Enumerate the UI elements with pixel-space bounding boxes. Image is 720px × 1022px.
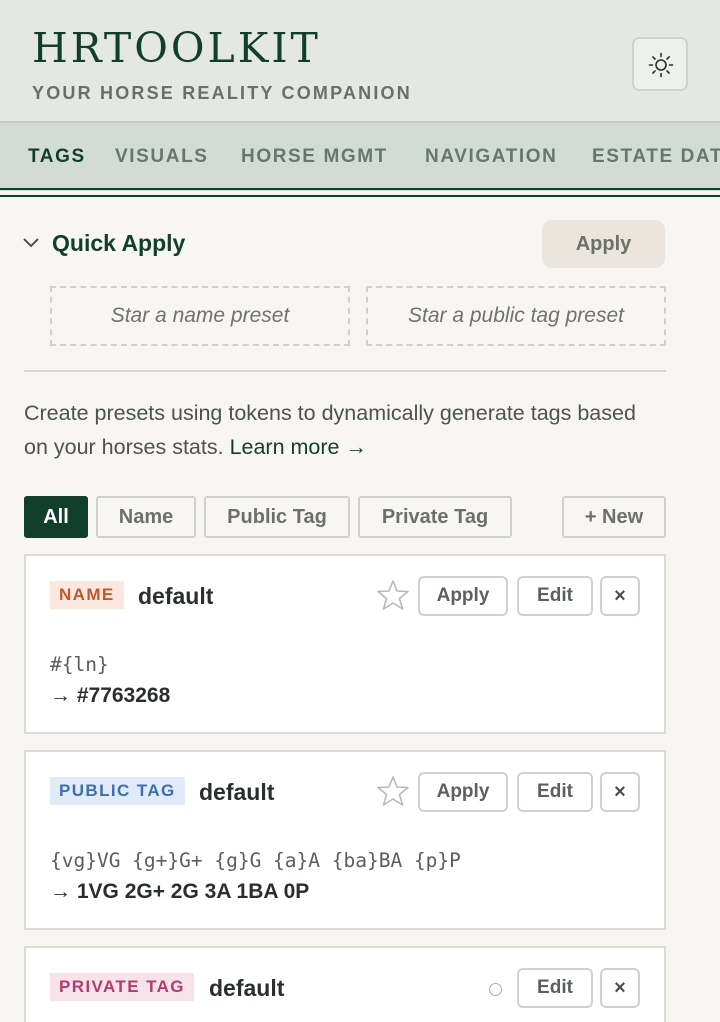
tab-estate-data[interactable]: ESTATE DATA <box>592 146 720 168</box>
tab-bar-top-border <box>0 121 720 123</box>
delete-button[interactable]: × <box>600 772 640 812</box>
edit-button[interactable]: Edit <box>517 968 593 1008</box>
close-icon: × <box>614 977 626 999</box>
star-icon[interactable] <box>376 774 410 808</box>
section-divider <box>24 370 666 372</box>
tab-bar-bottom-border <box>0 188 720 190</box>
brand-title: HRTOOLKIT <box>32 24 321 72</box>
tab-tags[interactable]: TAGS <box>28 146 86 168</box>
preset-type-badge: PUBLIC TAG <box>50 777 185 805</box>
public-tag-preset-slot[interactable]: Star a public tag preset <box>366 286 666 346</box>
filter-public-tag[interactable]: Public Tag <box>204 496 350 538</box>
preset-card-private-tag: PRIVATE TAG default Edit × <box>24 946 666 1022</box>
quick-apply-title[interactable]: Quick Apply <box>52 230 185 257</box>
brand-tagline: YOUR HORSE REALITY COMPANION <box>32 83 412 103</box>
preset-template: #{ln} <box>50 653 109 676</box>
close-icon: × <box>614 781 626 803</box>
preset-title: default <box>209 975 285 1001</box>
apply-button[interactable]: Apply <box>418 576 508 616</box>
learn-more-link[interactable]: Learn more → <box>230 435 367 459</box>
preset-card-public-tag: PUBLIC TAG default Apply Edit × {vg}VG {… <box>24 750 666 930</box>
preset-title: default <box>199 779 275 805</box>
delete-button[interactable]: × <box>600 968 640 1008</box>
tab-visuals[interactable]: VISUALS <box>115 146 209 168</box>
chevron-down-icon[interactable] <box>22 236 40 250</box>
quick-apply-button[interactable]: Apply <box>542 220 665 268</box>
theme-toggle-button[interactable] <box>632 37 688 91</box>
star-icon[interactable] <box>376 578 410 612</box>
presets-description: Create presets using tokens to dynamical… <box>24 396 664 464</box>
preset-template: {vg}VG {g+}G+ {g}G {a}A {ba}BA {p}P <box>50 849 461 872</box>
edit-button[interactable]: Edit <box>517 576 593 616</box>
name-preset-slot[interactable]: Star a name preset <box>50 286 350 346</box>
preset-preview: → 1VG 2G+ 2G 3A 1BA 0P <box>50 880 310 903</box>
new-preset-button[interactable]: + New <box>562 496 666 538</box>
tab-navigation[interactable]: NAVIGATION <box>425 146 557 168</box>
close-icon: × <box>614 585 626 607</box>
filter-name[interactable]: Name <box>96 496 196 538</box>
preset-preview: → #7763268 <box>50 684 171 707</box>
app-header: HRTOOLKIT YOUR HORSE REALITY COMPANION <box>0 0 720 121</box>
filter-private-tag[interactable]: Private Tag <box>358 496 512 538</box>
preset-type-badge: NAME <box>50 581 124 609</box>
filter-all[interactable]: All <box>24 496 88 538</box>
preset-card-name: NAME default Apply Edit × #{ln} → #77632… <box>24 554 666 734</box>
delete-button[interactable]: × <box>600 576 640 616</box>
apply-button[interactable]: Apply <box>418 772 508 812</box>
edit-button[interactable]: Edit <box>517 772 593 812</box>
preset-type-badge: PRIVATE TAG <box>50 973 194 1001</box>
preset-title: default <box>138 583 214 609</box>
tab-bar-double-rule <box>0 195 720 197</box>
main-tab-bar: TAGS VISUALS HORSE MGMT NAVIGATION ESTAT… <box>0 121 720 191</box>
circle-icon <box>489 983 502 996</box>
sun-icon <box>648 52 674 78</box>
tab-horse-mgmt[interactable]: HORSE MGMT <box>241 146 388 168</box>
